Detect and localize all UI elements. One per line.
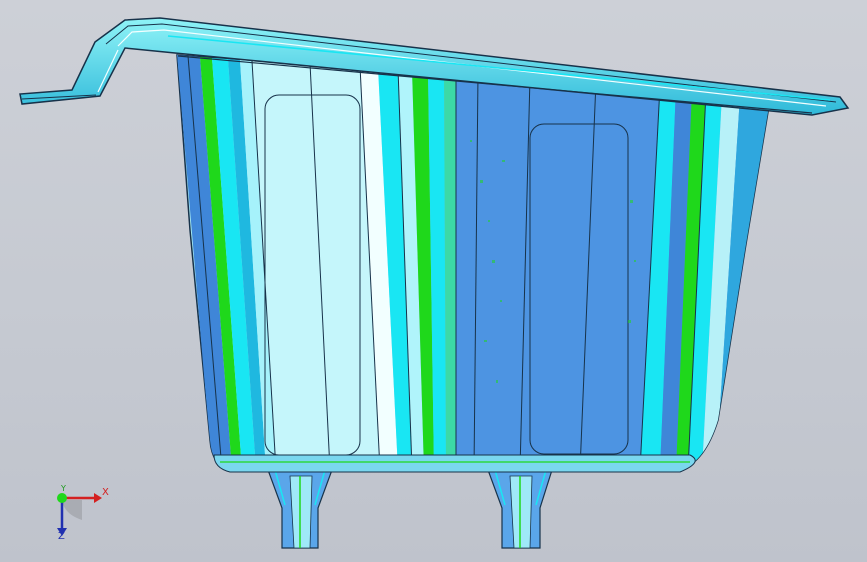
reference-triad: X Y Z bbox=[44, 484, 114, 544]
leg-right bbox=[487, 469, 553, 549]
graphics-viewport[interactable]: X Y Z bbox=[0, 0, 867, 562]
y-axis-label: Y bbox=[61, 484, 66, 493]
tub-body bbox=[176, 54, 771, 473]
leg-left bbox=[267, 469, 333, 549]
x-axis-label: X bbox=[102, 487, 109, 498]
z-axis-label: Z bbox=[58, 531, 65, 542]
bathtub-model[interactable] bbox=[0, 0, 867, 562]
